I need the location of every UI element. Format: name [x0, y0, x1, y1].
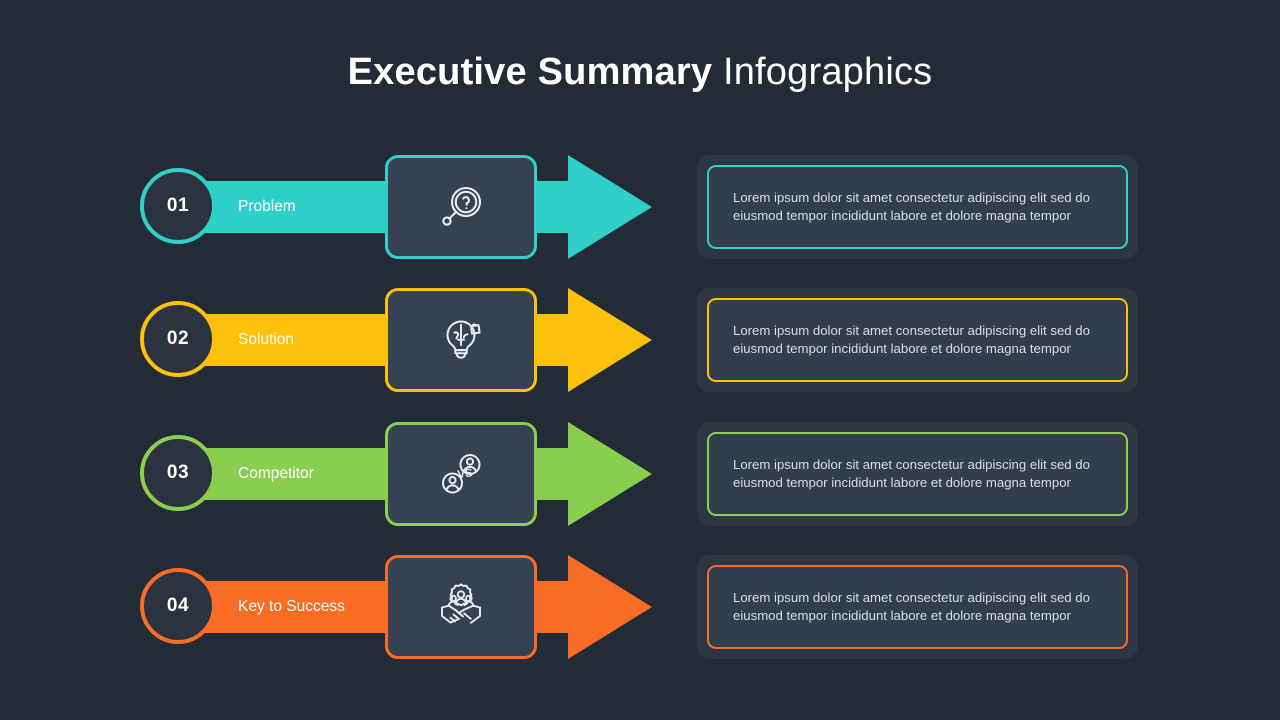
step-number-circle-4[interactable]: 04: [140, 568, 216, 644]
step-description-text: Lorem ipsum dolor sit amet consectetur a…: [733, 589, 1090, 624]
step-title-1: Problem: [238, 198, 296, 215]
step-row-2: 02 Solution Lorem ipsum dolor sit amet c…: [0, 288, 1280, 392]
step-number-circle-1[interactable]: 01: [140, 168, 216, 244]
step-row-4: 04 Key to Success Lorem ipsum dolor sit …: [0, 555, 1280, 659]
step-description-inner-4: Lorem ipsum dolor sit amet consectetur a…: [707, 565, 1128, 649]
step-icon-tile-2[interactable]: [385, 288, 537, 392]
step-number-circle-2[interactable]: 02: [140, 301, 216, 377]
arrow-head: [568, 155, 652, 259]
step-number-label: 03: [166, 462, 190, 483]
step-icon-tile-1[interactable]: [385, 155, 537, 259]
step-icon-tile-4[interactable]: [385, 555, 537, 659]
step-row-3: 03 Competitor VS Lorem ipsum dolor sit a…: [0, 422, 1280, 526]
step-number-label: 01: [166, 195, 190, 216]
step-number-circle-3[interactable]: 03: [140, 435, 216, 511]
step-description-card-4: Lorem ipsum dolor sit amet consectetur a…: [697, 555, 1138, 659]
step-description-card-2: Lorem ipsum dolor sit amet consectetur a…: [697, 288, 1138, 392]
step-number-label: 02: [166, 328, 190, 349]
page-title: Executive Summary Infographics: [0, 48, 1280, 96]
lightbulb-puzzle-icon: [433, 312, 489, 368]
handshake-team-icon: [432, 578, 490, 636]
arrow-head: [568, 555, 652, 659]
step-description-card-1: Lorem ipsum dolor sit amet consectetur a…: [697, 155, 1138, 259]
step-description-text: Lorem ipsum dolor sit amet consectetur a…: [733, 189, 1090, 224]
step-title-3: Competitor: [238, 465, 314, 482]
step-description-inner-1: Lorem ipsum dolor sit amet consectetur a…: [707, 165, 1128, 249]
magnifier-question-icon: [433, 179, 489, 235]
step-description-text: Lorem ipsum dolor sit amet consectetur a…: [733, 322, 1090, 357]
step-description-text: Lorem ipsum dolor sit amet consectetur a…: [733, 456, 1090, 491]
step-description-inner-3: Lorem ipsum dolor sit amet consectetur a…: [707, 432, 1128, 516]
step-description-inner-2: Lorem ipsum dolor sit amet consectetur a…: [707, 298, 1128, 382]
step-description-card-3: Lorem ipsum dolor sit amet consectetur a…: [697, 422, 1138, 526]
page-title-light: Infographics: [712, 51, 933, 93]
versus-people-icon: VS: [433, 446, 489, 502]
step-icon-tile-3[interactable]: VS: [385, 422, 537, 526]
infographic-slide: Executive Summary Infographics 01 Proble…: [0, 0, 1280, 720]
step-number-label: 04: [166, 595, 190, 616]
step-title-2: Solution: [238, 331, 295, 348]
step-title-4: Key to Success: [238, 598, 345, 615]
page-title-strong: Executive Summary: [347, 51, 713, 93]
svg-text:VS: VS: [457, 467, 474, 481]
step-row-1: 01 Problem Lorem ipsum dolor sit amet co…: [0, 155, 1280, 259]
arrow-head: [568, 422, 652, 526]
arrow-head: [568, 288, 652, 392]
